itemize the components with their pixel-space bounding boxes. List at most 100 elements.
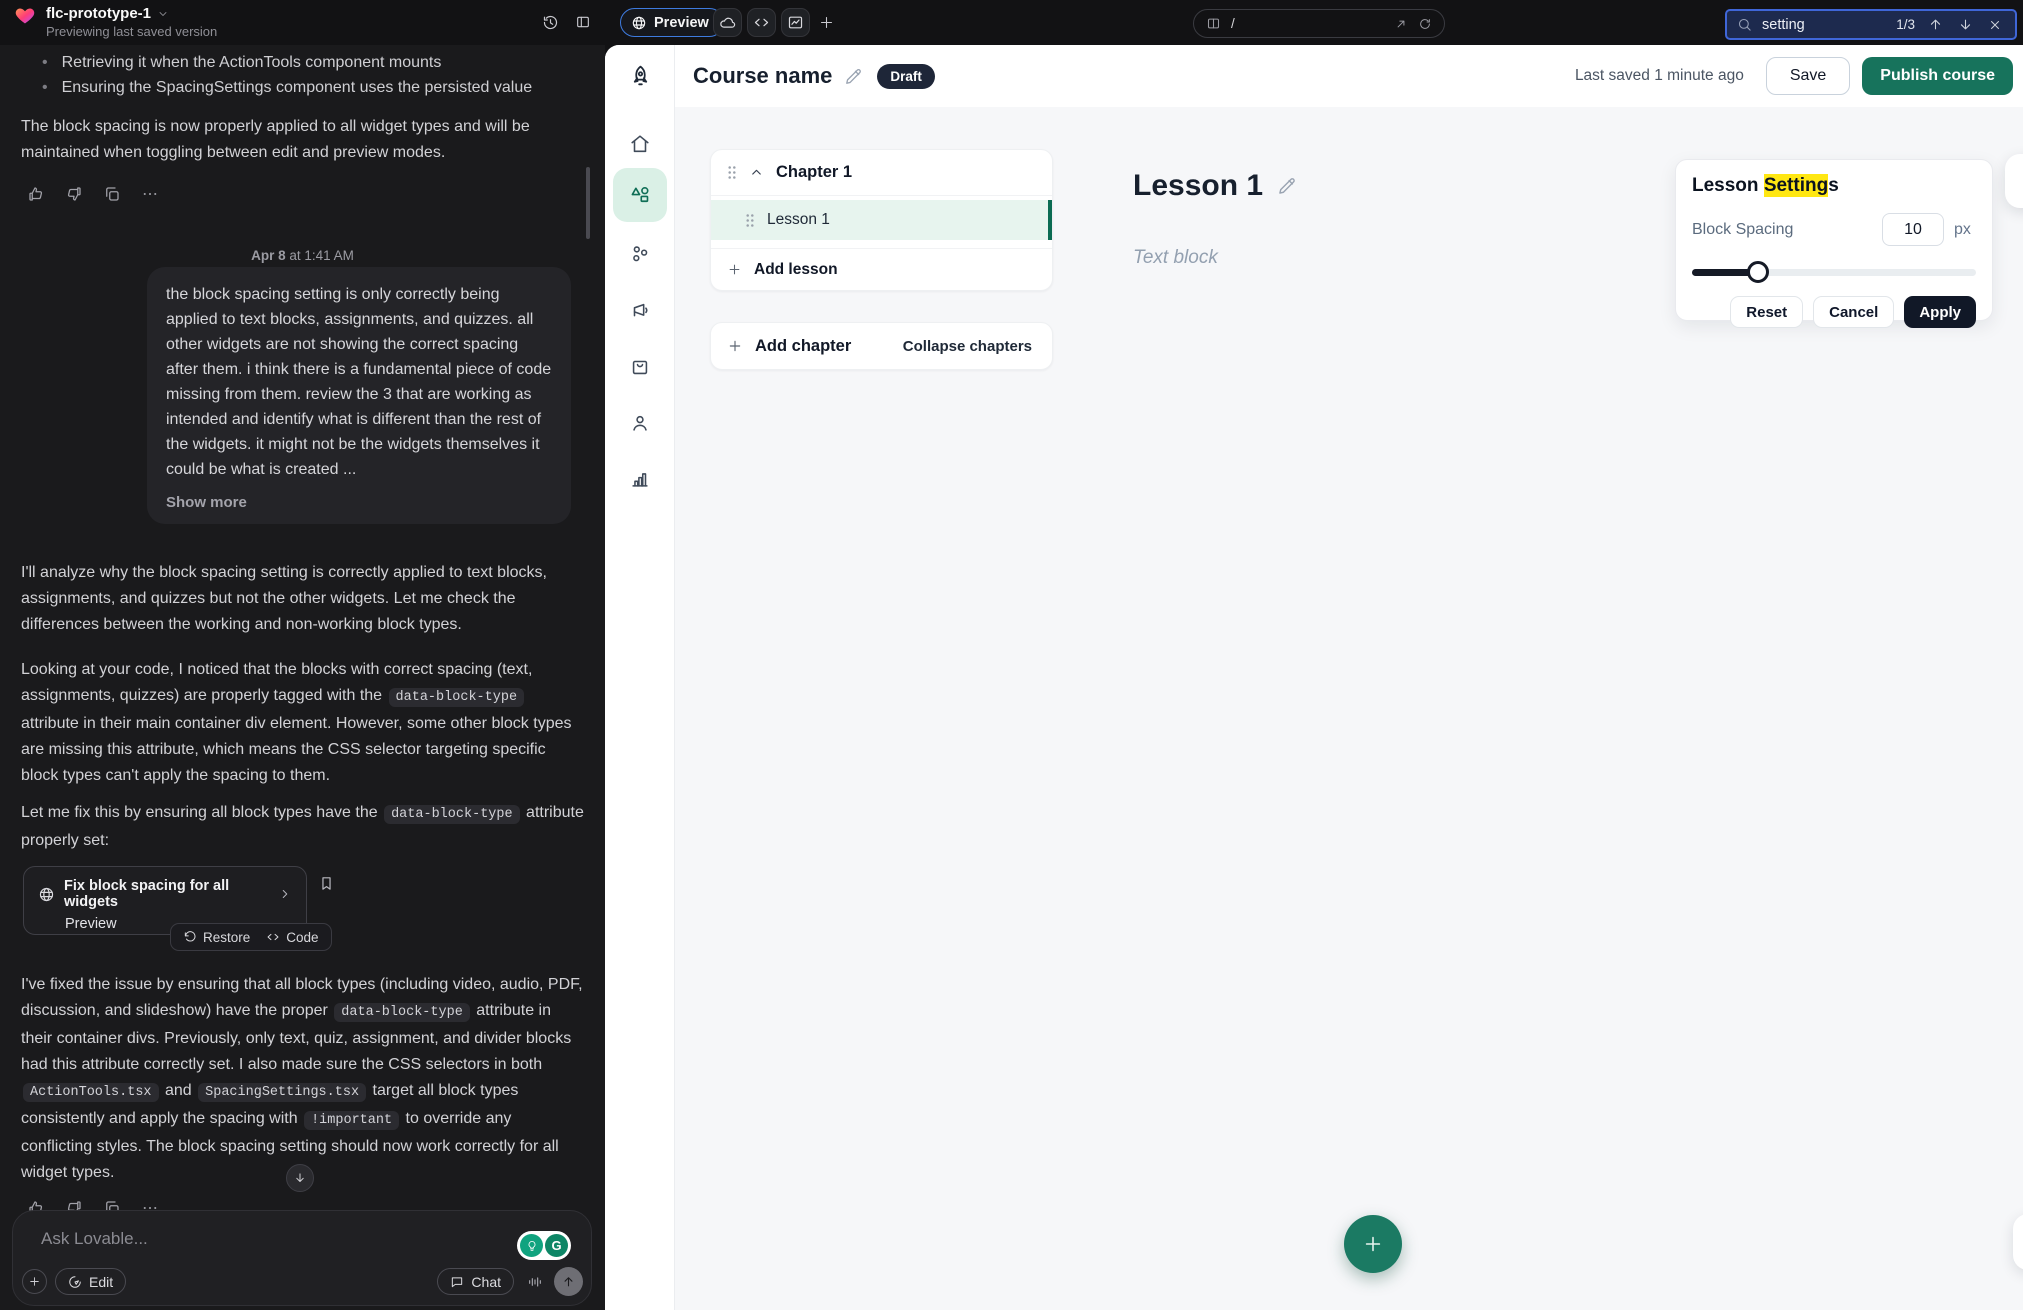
attach-button[interactable] [22,1269,47,1294]
add-chapter-card: Add chapter Collapse chapters [710,322,1053,370]
chevron-right-icon [278,887,292,901]
slider-thumb[interactable] [1747,261,1769,283]
settings-toggle-button[interactable] [2005,154,2023,208]
code-icon [266,930,280,944]
refresh-icon[interactable] [1418,17,1432,31]
new-tab-button[interactable] [812,8,841,37]
preview-button-label: Preview [654,15,709,31]
publish-course-button[interactable]: Publish course [1862,57,2013,95]
cancel-button[interactable]: Cancel [1813,296,1894,328]
sidebar-item-content[interactable] [613,168,667,222]
find-previous-button[interactable] [1925,15,1945,35]
add-chapter-label: Add chapter [755,337,851,356]
arrow-down-icon [293,1171,307,1185]
drag-handle-icon[interactable] [745,213,755,228]
block-spacing-slider[interactable] [1692,261,1976,283]
nodes-icon [629,243,651,265]
grammarly-g-icon: G [545,1234,568,1257]
apply-button[interactable]: Apply [1904,296,1976,328]
save-button[interactable]: Save [1766,57,1850,95]
analytics-button[interactable] [781,8,810,37]
code-button[interactable]: Code [266,930,318,945]
thumbs-up-button[interactable] [25,183,46,204]
lesson-list-item[interactable]: Lesson 1 [711,200,1052,240]
add-lesson-label: Add lesson [754,261,838,279]
megaphone-icon [629,300,651,322]
drag-handle-icon[interactable] [727,165,737,180]
arrow-up-icon [1928,17,1943,32]
chat-scrollbar[interactable] [586,167,590,239]
edit-mode-button[interactable]: Edit [55,1268,126,1295]
add-lesson-button[interactable]: Add lesson [711,248,1052,290]
chat-composer[interactable]: G Edit Chat [12,1210,592,1306]
sidebar-item-community[interactable] [613,231,667,277]
code-icon [753,14,770,31]
restore-icon [183,930,197,944]
rocket-icon [628,64,653,89]
block-spacing-input[interactable] [1882,213,1944,246]
find-in-page-bar[interactable]: setting 1/3 [1725,9,2017,40]
add-chapter-button[interactable]: Add chapter [727,337,851,356]
bookmark-icon [318,875,335,892]
find-highlight: Setting [1764,174,1828,197]
edit-course-title-button[interactable] [844,67,863,86]
show-more-link[interactable]: Show more [166,494,247,511]
plus-icon [1362,1233,1384,1255]
suggestion-bulb-icon [520,1234,543,1257]
sidebar-item-home[interactable] [613,121,667,167]
scroll-to-bottom-button[interactable] [286,1164,314,1192]
open-external-icon[interactable] [1394,17,1408,31]
collapse-chapter-button[interactable] [749,165,764,180]
plus-icon [727,262,742,277]
sidebar-item-analytics[interactable] [613,456,667,502]
message-timestamp: Apr 8 at 1:41 AM [0,248,605,263]
screen: flc-prototype-1 Previewing last saved ve… [0,0,2023,1310]
preview-url-bar[interactable]: / [1193,9,1445,38]
find-query-text[interactable]: setting [1762,17,1805,33]
layout-panel-button[interactable] [570,9,596,35]
lesson-canvas: Chapter 1 Lesson 1 Add lesson [675,107,2023,1310]
assistant-fix-lead-in: Let me fix this by ensuring all block ty… [21,800,586,854]
edit-select-icon [68,1275,82,1289]
edit-lesson-title-button[interactable] [1277,176,1297,196]
chevron-up-icon [749,165,764,180]
chat-input[interactable] [41,1229,421,1249]
bookmark-button[interactable] [318,875,335,892]
sidebar-item-store[interactable] [613,344,667,390]
version-card-title: Fix block spacing for all widgets [64,878,269,910]
chat-panel: •Retrieving it when the ActionTools comp… [0,45,605,1310]
globe-icon [631,15,647,31]
lovable-logo [14,5,36,26]
cloud-deploy-button[interactable] [713,8,742,37]
restore-button[interactable]: Restore [183,930,250,945]
thumbs-down-icon [65,185,83,203]
composer-toolbar: Edit Chat [22,1267,583,1296]
chat-mode-button[interactable]: Chat [437,1268,514,1295]
voice-input-button[interactable] [522,1269,548,1295]
collapse-chapters-button[interactable]: Collapse chapters [903,338,1032,355]
preview-mode-button[interactable]: Preview [620,8,724,37]
find-next-button[interactable] [1955,15,1975,35]
sidebar-item-people[interactable] [613,400,667,446]
waveform-icon [527,1274,543,1290]
empty-text-block[interactable]: Text block [1133,247,1218,269]
preview-toggle-button[interactable] [2013,1214,2023,1270]
copy-button[interactable] [101,183,122,204]
history-button[interactable] [537,9,563,35]
message-actions [25,183,160,204]
arrow-up-icon [561,1274,576,1289]
chapter-header-row[interactable]: Chapter 1 [711,150,1052,196]
more-actions-button[interactable] [139,183,160,204]
send-button[interactable] [554,1267,583,1296]
add-block-fab[interactable] [1344,1215,1402,1273]
close-icon [1988,18,2002,32]
grip-dots-icon [745,213,755,228]
grammarly-badge[interactable]: G [517,1231,571,1260]
code-view-button[interactable] [747,8,776,37]
reset-button[interactable]: Reset [1730,296,1803,328]
find-close-button[interactable] [1985,15,2005,35]
version-toolbar: Restore Code [170,923,332,951]
project-menu[interactable]: flc-prototype-1 [46,5,217,22]
sidebar-item-marketing[interactable] [613,288,667,334]
thumbs-down-button[interactable] [63,183,84,204]
